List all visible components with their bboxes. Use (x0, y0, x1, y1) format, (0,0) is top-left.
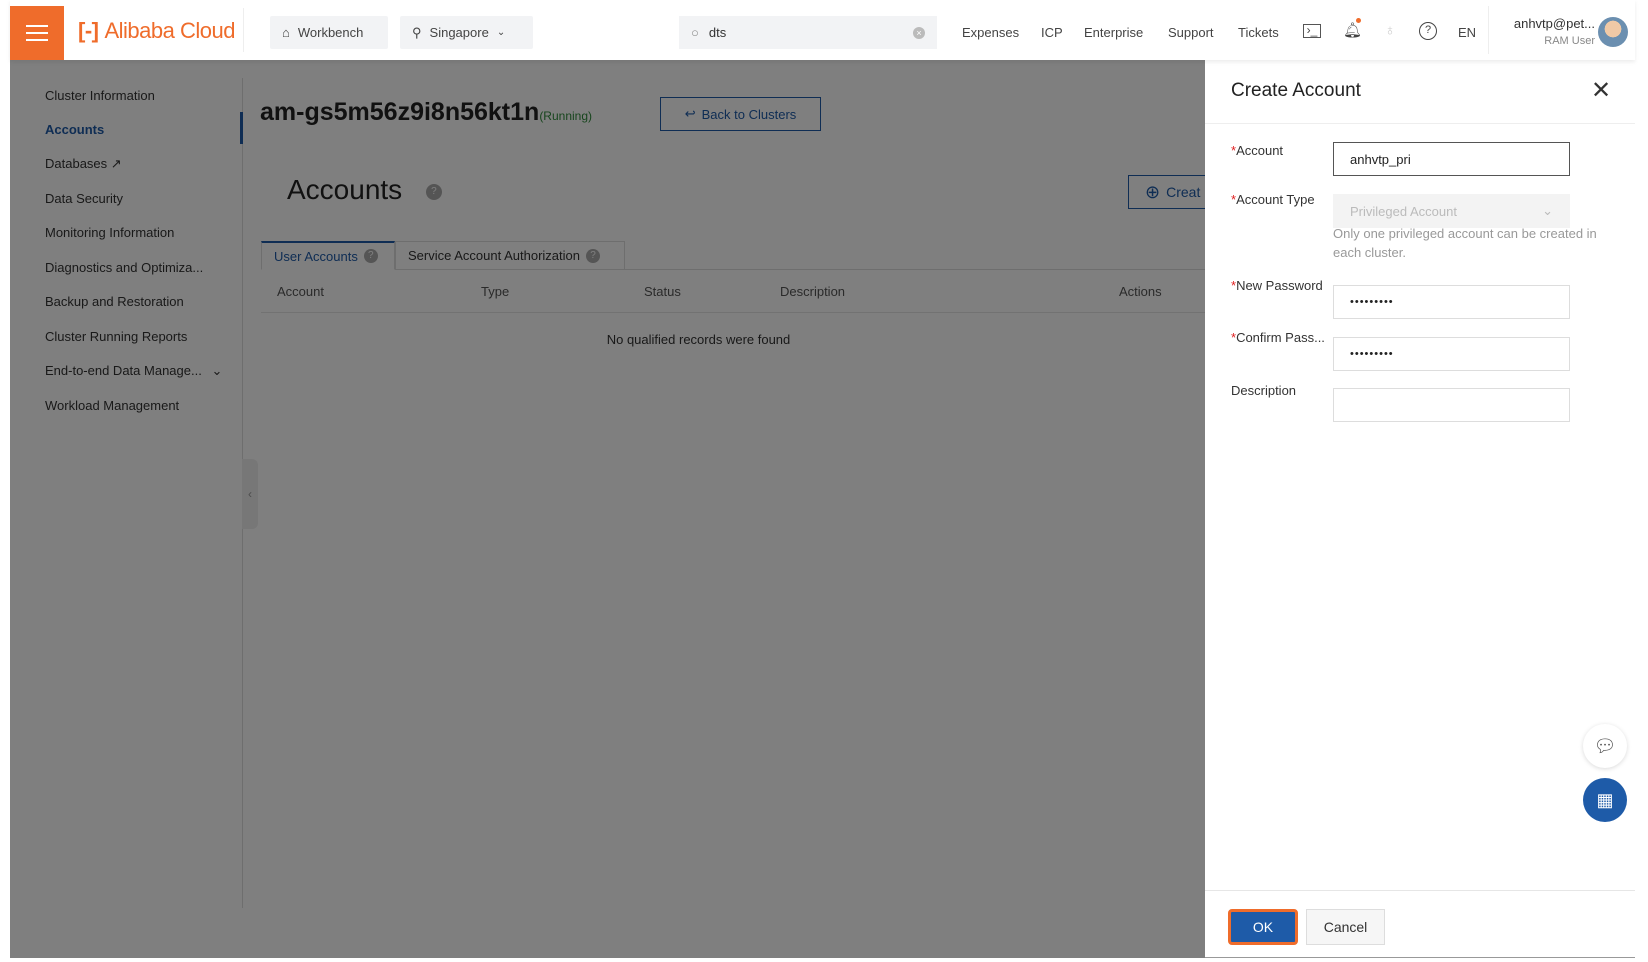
account-type-label: *Account Type (1231, 192, 1315, 207)
search-icon: ○ (691, 25, 699, 40)
region-label: Singapore (429, 25, 489, 40)
new-password-input[interactable]: ••••••••• (1333, 285, 1570, 319)
account-input[interactable]: anhvtp_pri (1333, 142, 1570, 176)
label-text: Confirm Pass... (1236, 330, 1325, 345)
search-value: dts (708, 25, 727, 40)
avatar[interactable] (1598, 17, 1628, 47)
chevron-down-icon: ⌄ (496, 27, 506, 38)
user-menu[interactable]: anhvtp@pet... RAM User (1499, 16, 1595, 47)
account-type-help: Only one privileged account can be creat… (1333, 226, 1597, 260)
logo[interactable]: [-] Alibaba Cloud (78, 18, 235, 44)
home-icon: ⌂ (282, 25, 290, 40)
confirm-password-label: *Confirm Pass... (1231, 330, 1325, 345)
lightbulb-icon[interactable]: ♁ (1381, 22, 1399, 40)
confirm-password-input[interactable]: ••••••••• (1333, 337, 1570, 371)
help-icon[interactable]: ? (1419, 22, 1437, 40)
search-input[interactable]: ○ dts × (679, 16, 937, 49)
account-label: *Account (1231, 143, 1283, 158)
apps-grid-icon[interactable]: ▦ (1583, 778, 1627, 822)
user-name: anhvtp@pet... (1513, 16, 1595, 31)
workbench-button[interactable]: ⌂ Workbench (270, 16, 388, 49)
region-select[interactable]: ⚲ Singapore ⌄ (400, 16, 533, 49)
terminal-icon[interactable]: ›_ (1303, 24, 1321, 38)
chevron-down-icon: ⌄ (1542, 203, 1553, 218)
label-text: New Password (1236, 278, 1323, 293)
workbench-label: Workbench (297, 25, 364, 40)
location-icon: ⚲ (412, 24, 422, 40)
user-role: RAM User (1544, 35, 1595, 47)
ok-button[interactable]: OK (1228, 909, 1298, 945)
password-mask: ••••••••• (1350, 348, 1394, 360)
close-icon[interactable]: ✕ (1591, 76, 1611, 105)
menu-icon[interactable] (10, 6, 64, 60)
password-mask: ••••••••• (1350, 296, 1394, 308)
footer-divider (1205, 890, 1635, 891)
drawer-title: Create Account (1231, 80, 1361, 101)
feedback-chat-icon[interactable]: 💬︎ (1583, 724, 1627, 768)
divider (1488, 6, 1489, 54)
account-type-select[interactable]: Privileged Account ⌄ (1333, 194, 1570, 228)
nav-expenses[interactable]: Expenses (962, 25, 1019, 40)
brand-name: Alibaba Cloud (104, 18, 235, 43)
divider (243, 8, 244, 52)
clear-icon[interactable]: × (913, 26, 925, 39)
top-header: [-] Alibaba Cloud ⌂ Workbench ⚲ Singapore ⌄ … (10, 0, 1635, 60)
divider (1205, 123, 1635, 124)
bell-icon[interactable]: 🔔︎ (1343, 22, 1362, 40)
nav-enterprise[interactable]: Enterprise (1084, 25, 1143, 40)
create-account-drawer: Create Account ✕ *Account anhvtp_pri *Ac… (1205, 60, 1635, 958)
new-password-label: *New Password (1231, 278, 1323, 293)
label-text: Account Type (1236, 192, 1315, 207)
nav-icp[interactable]: ICP (1041, 25, 1063, 40)
description-label: Description (1231, 383, 1297, 398)
logo-bracket-icon: [-] (78, 18, 99, 43)
language-switch[interactable]: EN (1458, 25, 1476, 40)
notification-dot (1356, 18, 1361, 23)
nav-tickets[interactable]: Tickets (1238, 25, 1279, 40)
account-value: anhvtp_pri (1350, 151, 1411, 167)
account-type-value: Privileged Account (1350, 203, 1457, 219)
description-input[interactable] (1333, 388, 1570, 422)
nav-support[interactable]: Support (1168, 25, 1214, 40)
cancel-button[interactable]: Cancel (1306, 909, 1385, 945)
modal-overlay[interactable] (10, 60, 1205, 958)
label-text: Account (1236, 143, 1284, 158)
